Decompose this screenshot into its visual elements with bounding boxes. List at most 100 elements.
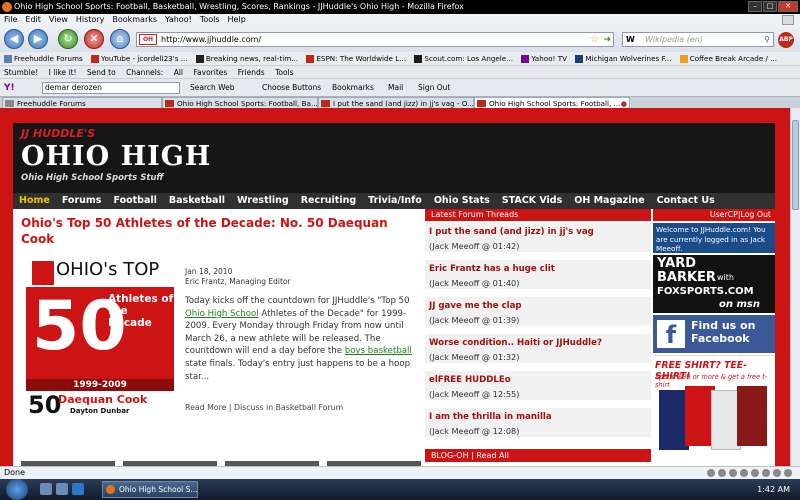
thread-title[interactable]: I put the sand (and jizz) in jj's vag [429, 227, 594, 237]
send-to-button[interactable]: Send to [87, 68, 116, 77]
yahoo-bookmarks-button[interactable]: Bookmarks [332, 79, 374, 97]
internet-explorer-icon[interactable] [72, 483, 84, 495]
bookmark-item[interactable]: ESPN: The Worldwide L... [306, 54, 406, 63]
site-banner[interactable]: JJ HUDDLE'S OHIO HIGH Ohio High School S… [13, 123, 775, 193]
usercp-link[interactable]: UserCP [710, 210, 738, 219]
status-addon-icon[interactable] [751, 469, 759, 477]
article-title[interactable]: Ohio's Top 50 Athletes of the Decade: No… [21, 215, 421, 247]
thread-title[interactable]: elFREE HUDDLEo [429, 375, 511, 385]
nav-wrestling[interactable]: Wrestling [231, 193, 295, 209]
forum-thread[interactable]: JJ gave me the clap (Jack Meeoff @ 01:39… [425, 297, 651, 328]
status-addon-icon[interactable] [784, 469, 792, 477]
nav-trivia[interactable]: Trivia/Info [362, 193, 428, 209]
quicklaunch-icon[interactable] [56, 483, 68, 495]
forward-button[interactable]: ▶ [28, 29, 48, 49]
quicklaunch-icon[interactable] [40, 483, 52, 495]
nav-stack-vids[interactable]: STACK Vids [496, 193, 568, 209]
favorites-button[interactable]: Favorites [193, 68, 227, 77]
nav-ohio-stats[interactable]: Ohio Stats [428, 193, 496, 209]
forum-thread[interactable]: Eric Frantz has a huge clit (Jack Meeoff… [425, 260, 651, 291]
status-addon-icon[interactable] [707, 469, 715, 477]
nav-football[interactable]: Football [107, 193, 162, 209]
choose-buttons-button[interactable]: Choose Buttons [262, 79, 321, 97]
search-input[interactable]: W Wikipedia (en) ⚲ [622, 32, 774, 47]
thread-title[interactable]: Worse condition.. Haiti or JJHuddle? [429, 338, 602, 348]
thread-title[interactable]: I am the thrilla in manilla [429, 412, 552, 422]
start-button[interactable] [6, 479, 28, 500]
mail-button[interactable]: Mail [388, 79, 403, 97]
bookmark-star-icon[interactable]: ☆ [590, 34, 599, 46]
all-dropdown[interactable]: All [174, 68, 183, 77]
maximize-button[interactable]: □ [763, 1, 777, 12]
bookmark-item[interactable]: Michigan Wolverines F... [575, 54, 671, 63]
tools-button[interactable]: Tools [275, 68, 293, 77]
scrollbar-thumb[interactable] [792, 120, 799, 210]
yardbarker-ad[interactable]: YARD BARKER with FOXSPORTS.COM on msn [653, 255, 775, 313]
nav-basketball[interactable]: Basketball [163, 193, 231, 209]
link-boys-basketball[interactable]: boys basketball [345, 346, 412, 356]
vertical-scrollbar[interactable] [790, 108, 800, 466]
menu-view[interactable]: View [49, 14, 68, 26]
status-addon-icon[interactable] [718, 469, 726, 477]
thread-title[interactable]: Eric Frantz has a huge clit [429, 264, 555, 274]
tab-strip: Freehuddle Forums Ohio High School Sport… [0, 96, 800, 109]
taskbar-firefox-task[interactable]: Ohio High School S... [102, 481, 198, 498]
thread-title[interactable]: JJ gave me the clap [429, 301, 522, 311]
bookmark-item[interactable]: Breaking news, real-tim... [195, 54, 298, 63]
forum-thread[interactable]: Worse condition.. Haiti or JJHuddle? (Ja… [425, 334, 651, 365]
bookmark-item[interactable]: Freehuddle Forums [4, 54, 83, 63]
search-icon[interactable]: ⚲ [764, 33, 770, 46]
menu-help[interactable]: Help [228, 14, 246, 26]
menu-file[interactable]: File [4, 14, 17, 26]
menu-edit[interactable]: Edit [25, 14, 41, 26]
go-arrow-icon[interactable]: ➜ [603, 34, 611, 46]
stop-button[interactable]: ✕ [84, 29, 104, 49]
close-button[interactable]: ✕ [778, 1, 798, 12]
taskbar-clock[interactable]: 1:42 AM [757, 479, 790, 500]
read-more-link[interactable]: Read More [185, 403, 226, 412]
yahoo-search-input[interactable]: demar derozen [42, 82, 180, 94]
bookmark-item[interactable]: Scout.com: Los Angele... [414, 54, 513, 63]
bookmark-item[interactable]: YouTube - jcordell23's ... [91, 54, 188, 63]
like-button[interactable]: I like it! [49, 68, 77, 77]
menu-history[interactable]: History [76, 14, 104, 26]
menu-bar-resize-icon[interactable] [782, 15, 794, 25]
blog-oh-header[interactable]: BLOG-OH | Read All [425, 449, 651, 462]
nav-contact-us[interactable]: Contact Us [651, 193, 721, 209]
link-ohio-high-school[interactable]: Ohio High School [185, 309, 259, 319]
wikipedia-icon[interactable]: W [626, 33, 635, 46]
bookmark-item[interactable]: Yahoo! TV [521, 54, 567, 63]
free-shirt-ad[interactable]: FREE SHIRT? TEE-SHIRT! Spend $99 or more… [653, 355, 775, 466]
reload-button[interactable]: ↻ [58, 29, 78, 49]
status-addon-icon[interactable] [773, 469, 781, 477]
back-button[interactable]: ◀ [4, 29, 24, 49]
menu-bookmarks[interactable]: Bookmarks [112, 14, 157, 26]
bookmark-item[interactable]: Coffee Break Arcade / ... [679, 54, 777, 63]
stumble-button[interactable]: Stumble! [4, 68, 38, 77]
logout-link[interactable]: Log Out [740, 210, 771, 219]
status-addon-icon[interactable] [762, 469, 770, 477]
search-web-button[interactable]: Search Web [190, 79, 235, 97]
forum-thread[interactable]: I put the sand (and jizz) in jj's vag (J… [425, 223, 651, 254]
forum-thread[interactable]: I am the thrilla in manilla (Jack Meeoff… [425, 408, 651, 439]
home-button[interactable]: ⌂ [110, 29, 130, 49]
tab-favicon-icon [5, 100, 14, 107]
nav-oh-magazine[interactable]: OH Magazine [568, 193, 650, 209]
nav-home[interactable]: Home [13, 193, 56, 209]
facebook-banner[interactable]: f Find us on Facebook [653, 315, 775, 353]
address-bar[interactable]: OH http://www.jjhuddle.com/ ☆ ➜ [136, 32, 614, 47]
status-addon-icon[interactable] [740, 469, 748, 477]
status-addon-icon[interactable] [729, 469, 737, 477]
top50-graphic[interactable]: OHIO's TOP 50 Athletes of the Decade 199… [26, 257, 174, 419]
forum-thread[interactable]: elFREE HUDDLEo (Jack Meeoff @ 12:55) [425, 371, 651, 402]
yahoo-logo-icon[interactable]: Y! [4, 79, 15, 97]
menu-yahoo[interactable]: Yahoo! [165, 14, 192, 26]
adblock-plus-icon[interactable]: ABP [778, 32, 794, 48]
sign-out-button[interactable]: Sign Out [418, 79, 450, 97]
nav-recruiting[interactable]: Recruiting [295, 193, 362, 209]
minimize-button[interactable]: – [748, 1, 762, 12]
nav-forums[interactable]: Forums [56, 193, 108, 209]
friends-button[interactable]: Friends [238, 68, 265, 77]
menu-tools[interactable]: Tools [200, 14, 220, 26]
discuss-link[interactable]: Discuss in Basketball Forum [234, 403, 343, 412]
